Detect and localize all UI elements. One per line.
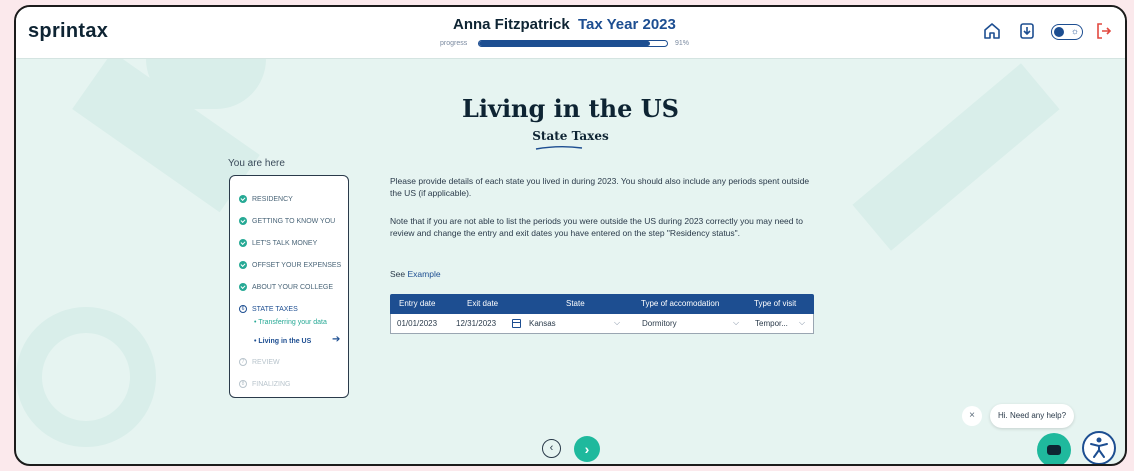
example-link[interactable]: Example (408, 269, 441, 279)
step-state-taxes[interactable]: 6 STATE TAXES (239, 305, 298, 313)
progress-bar (478, 40, 668, 47)
header-exit-date: Exit date (467, 299, 499, 308)
top-bar: sprintax Anna Fitzpatrick Tax Year 2023 … (16, 7, 1125, 59)
entry-date-input[interactable]: 01/01/2023 (397, 319, 437, 328)
step-label: OFFSET YOUR EXPENSES (252, 261, 342, 269)
accessibility-button[interactable] (1082, 431, 1116, 464)
page-title: Living in the US (462, 94, 679, 123)
check-icon (239, 261, 247, 269)
download-icon[interactable] (1017, 21, 1037, 41)
substep-transferring-data[interactable]: • Transferring your data (254, 318, 334, 327)
accomodation-select[interactable]: Dormitory (642, 319, 677, 328)
step-residency[interactable]: RESIDENCY (239, 195, 293, 203)
next-button[interactable]: › (574, 436, 600, 462)
arrow-right-icon: ➔ (332, 334, 341, 345)
chevron-down-icon[interactable]: ⌵ (733, 318, 739, 328)
step-getting-to-know-you[interactable]: GETTING TO KNOW YOU (239, 217, 335, 225)
subtitle-underline (535, 146, 583, 150)
header-state: State (566, 299, 585, 308)
progress-label: progress (440, 40, 468, 47)
visit-type-select[interactable]: Tempor... (755, 319, 788, 328)
close-help-button[interactable]: × (962, 406, 982, 426)
check-icon (239, 217, 247, 225)
step-number-icon: 6 (239, 305, 247, 313)
toggle-knob (1054, 27, 1064, 37)
states-table: Entry date Exit date State Type of accom… (390, 294, 814, 334)
instructions-paragraph: Please provide details of each state you… (390, 176, 810, 198)
step-number-icon: 8 (239, 380, 247, 388)
home-icon[interactable] (982, 21, 1002, 41)
help-bubble[interactable]: Hi. Need any help? (990, 404, 1074, 428)
step-about-your-college[interactable]: ABOUT YOUR COLLEGE (239, 283, 333, 291)
check-icon (239, 283, 247, 291)
substep-living-in-the-us[interactable]: • Living in the US (254, 337, 311, 346)
table-row: 01/01/2023 12/31/2023 Kansas ⌵ Dormitory… (390, 314, 814, 334)
step-label: FINALIZING (252, 380, 291, 388)
theme-toggle[interactable]: ☼ (1051, 24, 1083, 40)
sun-icon: ☼ (1070, 26, 1079, 36)
header-entry-date: Entry date (399, 299, 436, 308)
prev-button[interactable]: ‹ (542, 439, 561, 458)
step-finalizing: 8 FINALIZING (239, 380, 291, 388)
app-frame: sprintax Anna Fitzpatrick Tax Year 2023 … (14, 5, 1127, 466)
header-type-of-visit: Type of visit (754, 299, 797, 308)
page-subtitle: State Taxes (532, 129, 609, 143)
state-select[interactable]: Kansas (529, 319, 556, 328)
step-label: GETTING TO KNOW YOU (252, 217, 336, 225)
step-label: LET'S TALK MONEY (252, 239, 318, 247)
check-icon (239, 195, 247, 203)
logout-icon[interactable] (1094, 21, 1114, 41)
see-prefix: See (390, 269, 406, 279)
bg-shape-right (852, 63, 1060, 251)
chat-button[interactable] (1037, 433, 1071, 464)
chat-icon (1047, 445, 1061, 455)
you-are-here-heading: You are here (228, 158, 285, 169)
calendar-icon[interactable] (512, 319, 521, 328)
step-number-icon: 7 (239, 358, 247, 366)
table-header: Entry date Exit date State Type of accom… (390, 294, 814, 314)
bg-shape-bottom-left (16, 307, 156, 447)
sprintax-logo[interactable]: sprintax (28, 20, 108, 43)
step-label: REVIEW (252, 358, 280, 366)
chevron-down-icon[interactable]: ⌵ (799, 318, 805, 328)
step-offset-your-expenses[interactable]: OFFSET YOUR EXPENSES (239, 261, 341, 269)
note-paragraph: Note that if you are not able to list th… (390, 216, 803, 238)
step-review: 7 REVIEW (239, 358, 280, 366)
chevron-down-icon[interactable]: ⌵ (614, 318, 620, 328)
step-label: ABOUT YOUR COLLEGE (252, 283, 334, 291)
see-example: See Example (390, 269, 441, 279)
progress-fill (479, 41, 651, 46)
exit-date-input[interactable]: 12/31/2023 (456, 319, 496, 328)
steps-panel: RESIDENCY GETTING TO KNOW YOU LET'S TALK… (229, 175, 349, 398)
user-name: Anna Fitzpatrick (453, 16, 570, 33)
tax-year: Tax Year 2023 (578, 16, 676, 33)
progress-percent: 91% (675, 40, 690, 47)
accessibility-icon (1090, 437, 1108, 458)
step-label: RESIDENCY (252, 195, 293, 203)
step-lets-talk-money[interactable]: LET'S TALK MONEY (239, 239, 317, 247)
header-accomodation: Type of accomodation (641, 299, 720, 308)
step-label: STATE TAXES (252, 305, 298, 313)
check-icon (239, 239, 247, 247)
